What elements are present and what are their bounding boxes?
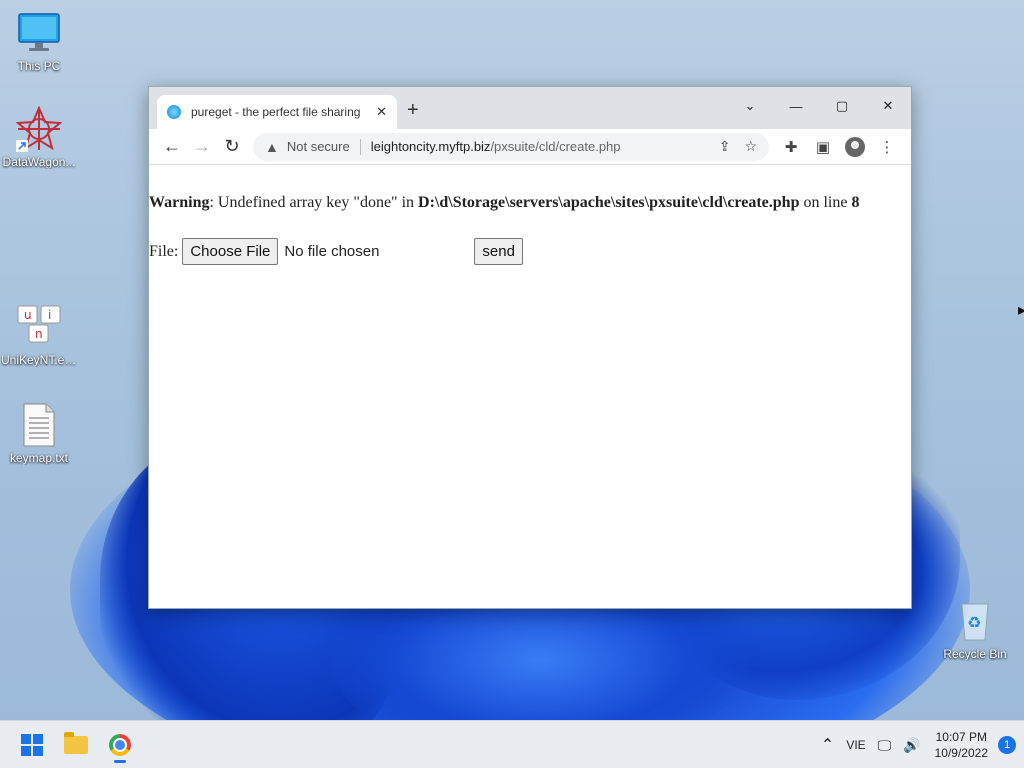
chrome-button[interactable] <box>100 725 140 765</box>
avatar-icon <box>845 136 865 157</box>
site-favicon-icon <box>167 105 181 119</box>
recycle-bin-icon: ♻ <box>952 598 998 644</box>
tab-pureget[interactable]: pureget - the perfect file sharing ✕ <box>157 95 397 129</box>
clock-time: 10:07 PM <box>935 730 987 744</box>
tab-title: pureget - the perfect file sharing <box>191 105 361 119</box>
browser-toolbar: ← → ↻ ▲ Not secure leightoncity.myftp.bi… <box>149 129 911 165</box>
folder-icon <box>64 731 88 754</box>
desktop-icon-label: Recycle Bin <box>943 647 1007 661</box>
tab-search-chevron-down-icon[interactable]: ⌄ <box>727 91 773 121</box>
warning-line-number: 8 <box>851 194 860 211</box>
warning-on-line: on line <box>799 194 852 211</box>
choose-file-button[interactable]: Choose File <box>182 238 279 265</box>
network-icon[interactable]: 🖵 <box>878 737 892 754</box>
volume-icon[interactable]: 🔊 <box>903 737 920 754</box>
share-icon[interactable]: ⇪ <box>719 138 731 155</box>
address-bar[interactable]: ▲ Not secure leightoncity.myftp.biz /pxs… <box>253 132 769 161</box>
window-controls: ⌄ — ▢ ✕ <box>727 91 911 121</box>
desktop-icon-label: keymap.txt <box>9 451 69 465</box>
warning-file-path: D:\d\Storage\servers\apache\sites\pxsuit… <box>418 194 800 211</box>
file-label: File: <box>149 242 179 260</box>
datawagon-icon <box>15 105 63 152</box>
back-arrow-icon[interactable]: ← <box>157 132 187 162</box>
desktop-icon-label: This PC <box>17 59 61 73</box>
unikey-icon: u i n <box>16 304 62 350</box>
tab-close-icon[interactable]: ✕ <box>376 104 387 120</box>
menu-kebab-icon[interactable]: ⋮ <box>871 132 903 162</box>
php-warning: Warning: Undefined array key "done" in D… <box>149 191 909 215</box>
desktop-icon-label: DataWagon... <box>2 155 76 169</box>
omnibox-divider <box>359 138 361 155</box>
warning-message: : Undefined array key "done" in <box>209 194 419 211</box>
show-hidden-icons-chevron-up-icon[interactable]: ⌃ <box>821 735 834 755</box>
profile-avatar[interactable] <box>839 132 871 162</box>
url-path: /pxsuite/cld/create.php <box>490 139 621 154</box>
system-tray: ⌃ VIE 🖵 🔊 10:07 PM 10/9/2022 1 <box>809 721 1016 768</box>
desktop-icon-datawagon[interactable]: DataWagon... <box>1 105 77 169</box>
minimize-button[interactable]: — <box>773 91 819 121</box>
warning-label: Warning <box>149 194 210 211</box>
svg-text:♻: ♻ <box>967 613 981 632</box>
forward-arrow-icon[interactable]: → <box>187 132 217 162</box>
clock-date: 10/9/2022 <box>934 746 988 760</box>
svg-text:n: n <box>35 327 43 341</box>
browser-window: pureget - the perfect file sharing ✕ + ⌄… <box>148 86 912 609</box>
upload-form: File: Choose File No file chosen send <box>149 238 523 265</box>
text-file-icon <box>16 402 62 448</box>
warning-triangle-icon[interactable]: ▲ <box>265 139 279 155</box>
tab-strip: pureget - the perfect file sharing ✕ + ⌄… <box>149 87 911 129</box>
start-button[interactable] <box>12 725 52 765</box>
file-status: No file chosen <box>284 243 380 260</box>
active-indicator <box>114 759 126 763</box>
language-indicator[interactable]: VIE <box>846 738 865 752</box>
security-status[interactable]: Not secure <box>287 139 350 154</box>
chrome-icon <box>109 733 131 756</box>
url-host: leightoncity.myftp.biz <box>370 139 491 154</box>
send-button[interactable]: send <box>474 238 523 265</box>
side-panel-icon[interactable]: ▣ <box>807 132 839 162</box>
svg-text:u: u <box>24 308 32 322</box>
notification-badge[interactable]: 1 <box>998 736 1016 754</box>
file-explorer-button[interactable] <box>56 725 96 765</box>
desktop-icon-unikey[interactable]: u i n UniKeyNT.exe <box>1 304 77 367</box>
desktop-icon-recycle-bin[interactable]: ♻ Recycle Bin <box>937 598 1013 661</box>
desktop-icon-label: UniKeyNT.exe <box>1 353 77 367</box>
taskbar: ⌃ VIE 🖵 🔊 10:07 PM 10/9/2022 1 <box>0 720 1024 768</box>
extensions-puzzle-icon[interactable]: ✚ <box>775 132 807 162</box>
clock[interactable]: 10:07 PM 10/9/2022 <box>935 729 988 761</box>
svg-text:i: i <box>48 308 51 322</box>
mouse-cursor-icon: ▸ <box>1018 302 1024 319</box>
desktop-icon-keymap[interactable]: keymap.txt <box>1 402 77 465</box>
desktop-icon-this-pc[interactable]: This PC <box>1 10 77 73</box>
windows-logo-icon <box>21 733 43 756</box>
bookmark-star-icon[interactable]: ☆ <box>744 138 757 155</box>
maximize-button[interactable]: ▢ <box>819 91 865 121</box>
monitor-icon <box>16 10 62 56</box>
new-tab-button[interactable]: + <box>407 99 419 122</box>
reload-icon[interactable]: ↻ <box>217 132 247 162</box>
close-window-button[interactable]: ✕ <box>865 91 911 121</box>
